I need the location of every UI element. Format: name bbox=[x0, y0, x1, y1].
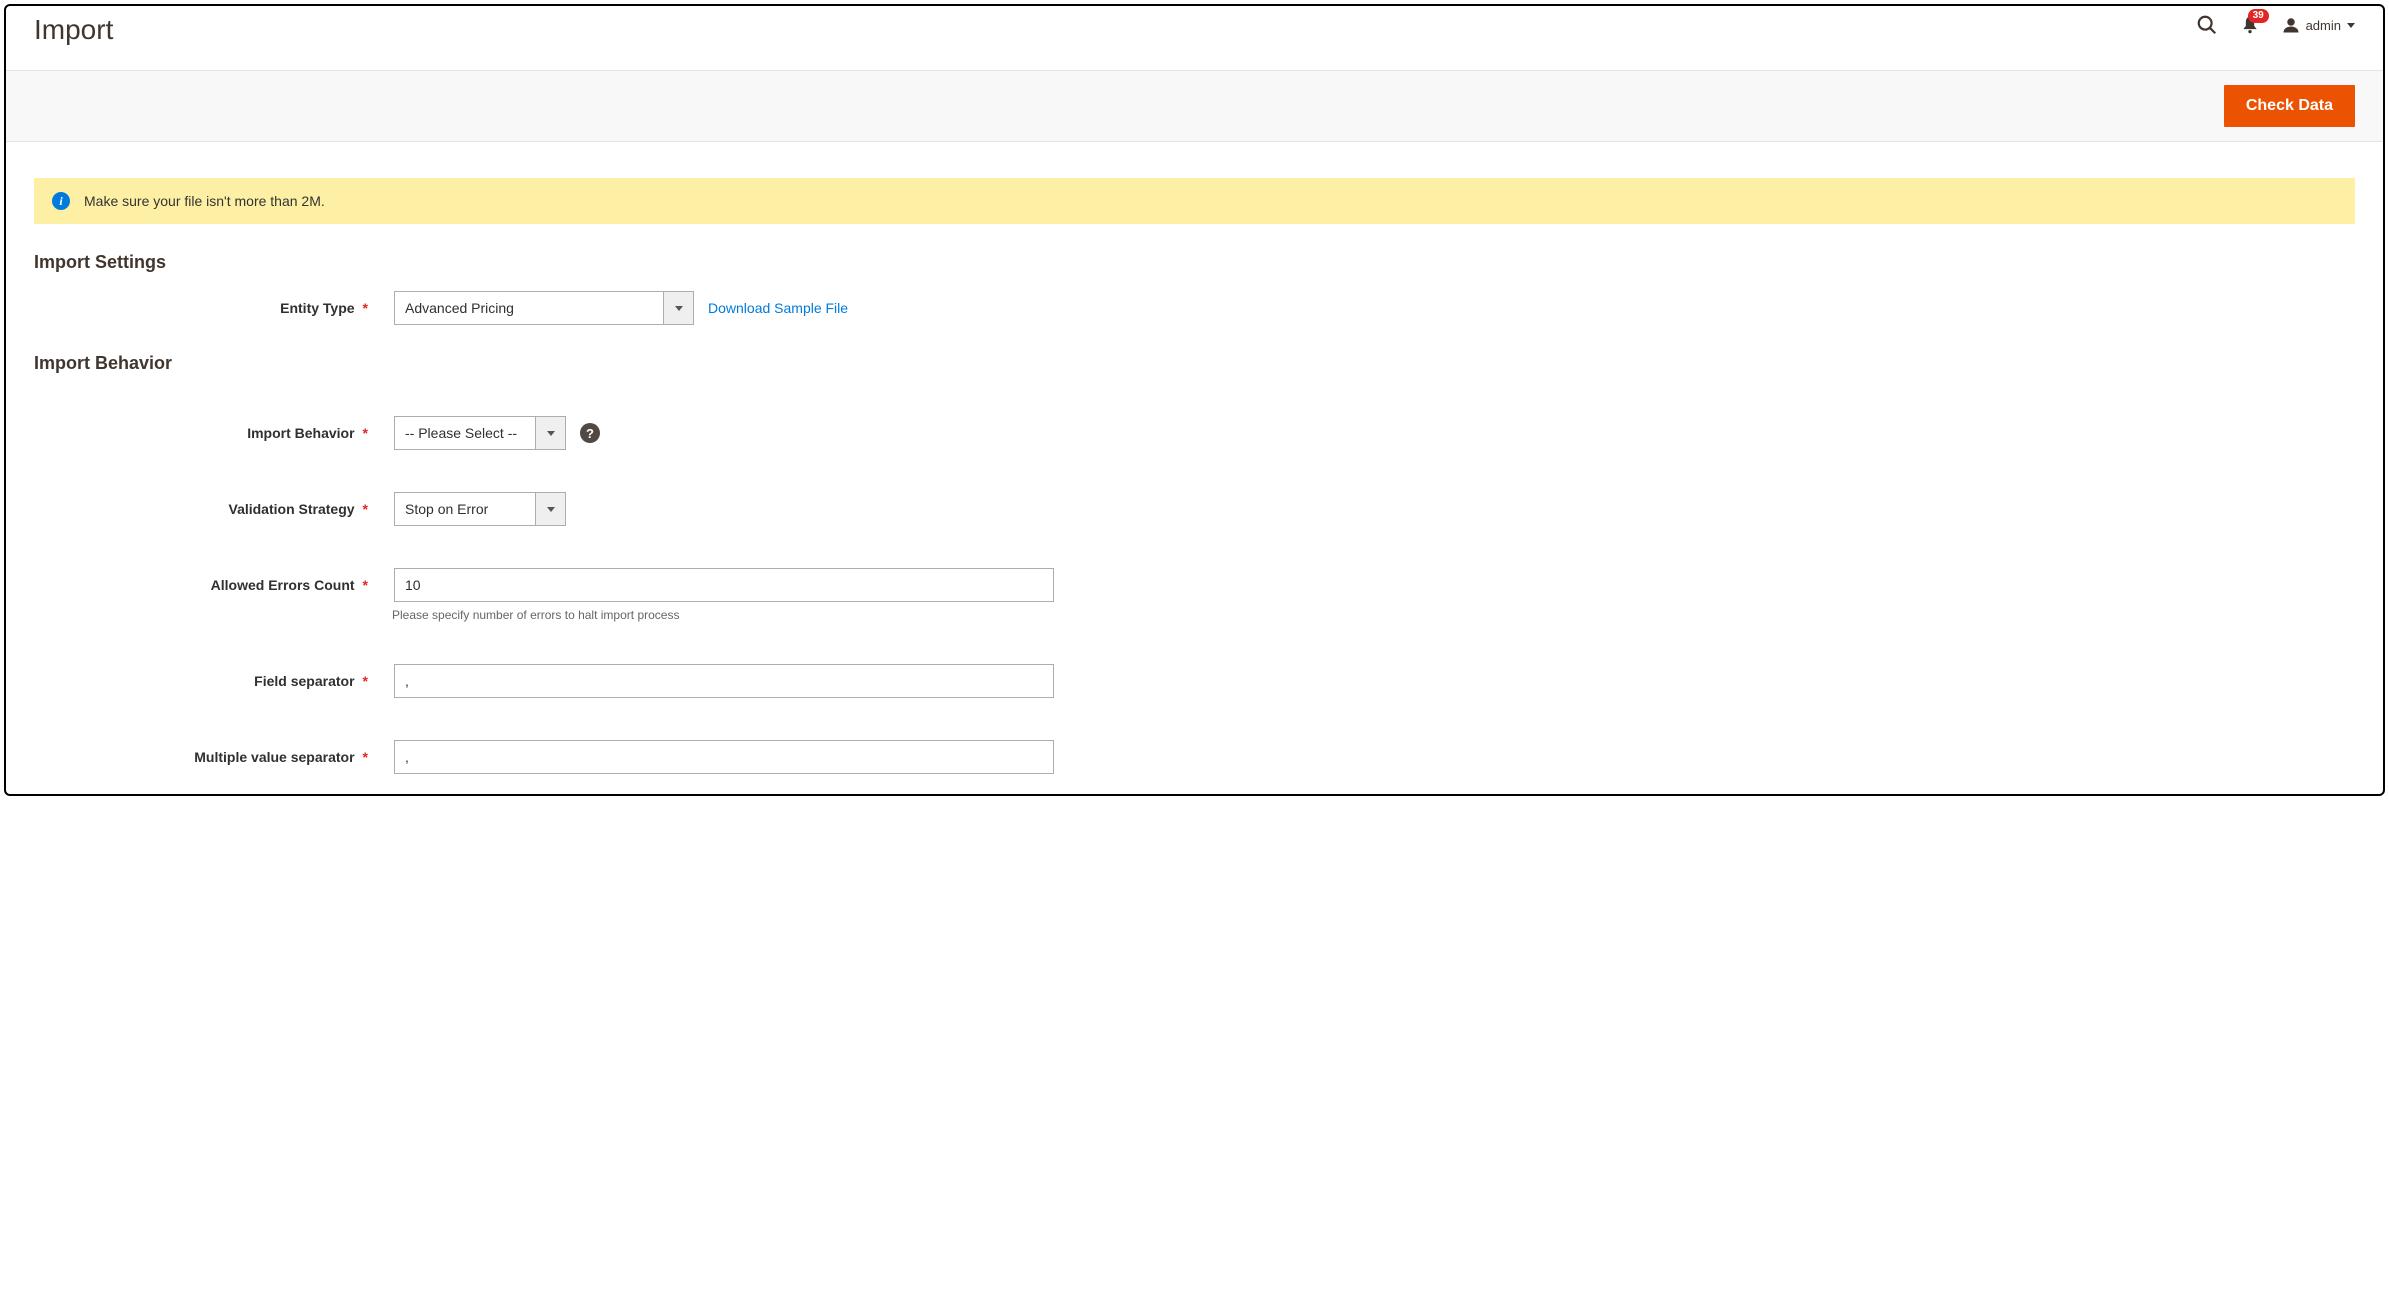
required-mark: * bbox=[363, 673, 368, 689]
user-menu[interactable]: admin bbox=[2282, 16, 2355, 34]
chevron-down-icon bbox=[535, 493, 565, 525]
info-message-text: Make sure your file isn't more than 2M. bbox=[84, 193, 325, 209]
notification-badge: 39 bbox=[2248, 9, 2269, 23]
allowed-errors-help: Please specify number of errors to halt … bbox=[392, 608, 2383, 622]
import-behavior-label: Import Behavior bbox=[247, 425, 354, 441]
required-mark: * bbox=[363, 749, 368, 765]
field-separator-label: Field separator bbox=[254, 673, 354, 689]
import-behavior-value: -- Please Select -- bbox=[395, 417, 535, 449]
entity-type-select[interactable]: Advanced Pricing bbox=[394, 291, 694, 325]
required-mark: * bbox=[363, 501, 368, 517]
chevron-down-icon bbox=[2347, 23, 2355, 28]
multiple-value-separator-label: Multiple value separator bbox=[194, 749, 354, 765]
required-mark: * bbox=[363, 300, 368, 316]
validation-strategy-value: Stop on Error bbox=[395, 493, 535, 525]
info-message: i Make sure your file isn't more than 2M… bbox=[34, 178, 2355, 224]
user-name-label: admin bbox=[2306, 18, 2341, 33]
field-separator-input[interactable] bbox=[394, 664, 1054, 698]
multiple-value-separator-input[interactable] bbox=[394, 740, 1054, 774]
user-icon bbox=[2282, 16, 2300, 34]
import-behavior-select[interactable]: -- Please Select -- bbox=[394, 416, 566, 450]
allowed-errors-input[interactable] bbox=[394, 568, 1054, 602]
search-icon[interactable] bbox=[2196, 14, 2218, 36]
validation-strategy-label: Validation Strategy bbox=[229, 501, 355, 517]
download-sample-link[interactable]: Download Sample File bbox=[708, 300, 848, 316]
entity-type-value: Advanced Pricing bbox=[395, 292, 663, 324]
page-title: Import bbox=[34, 14, 113, 46]
allowed-errors-label: Allowed Errors Count bbox=[211, 577, 355, 593]
required-mark: * bbox=[363, 577, 368, 593]
chevron-down-icon bbox=[663, 292, 693, 324]
check-data-button[interactable]: Check Data bbox=[2224, 85, 2355, 127]
notifications-icon[interactable]: 39 bbox=[2240, 15, 2260, 35]
chevron-down-icon bbox=[535, 417, 565, 449]
required-mark: * bbox=[363, 425, 368, 441]
entity-type-label: Entity Type bbox=[280, 300, 354, 316]
action-bar: Check Data bbox=[6, 70, 2383, 142]
section-import-behavior: Import Behavior bbox=[34, 353, 2355, 374]
section-import-settings: Import Settings bbox=[34, 252, 2355, 273]
validation-strategy-select[interactable]: Stop on Error bbox=[394, 492, 566, 526]
help-icon[interactable]: ? bbox=[580, 423, 600, 443]
info-icon: i bbox=[52, 192, 70, 210]
